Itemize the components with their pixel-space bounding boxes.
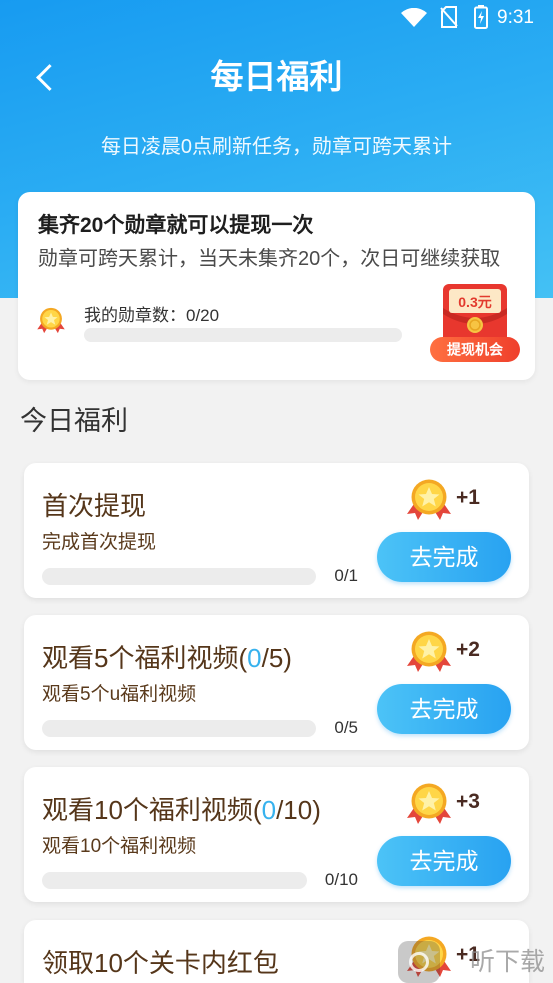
- watermark-text: 听下载: [470, 948, 546, 976]
- task-card: 观看10个福利视频(0/10) 观看10个福利视频 0/10 +3 去完成: [24, 767, 529, 902]
- task-progress-text: 0/1: [334, 566, 358, 585]
- task-progress-bar: [42, 567, 317, 585]
- task-title: 观看5个福利视频(0/5): [42, 643, 292, 673]
- medal-summary-card: 集齐20个勋章就可以提现一次 勋章可跨天累计，当天未集齐20个，次日可继续获取 …: [18, 192, 535, 380]
- medal-icon: [405, 781, 453, 830]
- page-title: 每日福利: [210, 58, 343, 95]
- page-subtitle: 每日凌晨0点刷新任务，勋章可跨天累计: [100, 136, 453, 158]
- medal-count-label: 我的勋章数：0/20: [84, 306, 220, 325]
- task-progress: 0/1: [42, 566, 358, 586]
- task-progress-text: 0/5: [334, 718, 358, 737]
- task-progress-bar: [42, 871, 307, 889]
- task-card: 首次提现 完成首次提现 0/1 +1 去完成: [24, 463, 529, 598]
- wifi-icon: [400, 7, 428, 33]
- no-sim-icon: [440, 6, 458, 33]
- task-reward: +1: [456, 486, 480, 509]
- task-reward: +2: [456, 638, 480, 661]
- task-title: 领取10个关卡内红包: [42, 948, 279, 978]
- task-title: 首次提现: [42, 491, 147, 521]
- task-progress: 0/10: [42, 870, 358, 890]
- task-card: 观看5个福利视频(0/5) 观看5个u福利视频 0/5 +2 去完成: [24, 615, 529, 750]
- status-time: 9:31: [497, 7, 534, 28]
- red-envelope-icon[interactable]: 0.3元 提现机会: [430, 284, 520, 362]
- battery-charging-icon: [474, 5, 488, 34]
- section-title: 今日福利: [20, 406, 128, 436]
- reward-amount: 0.3元: [458, 294, 491, 310]
- complete-task-button[interactable]: 去完成: [377, 684, 511, 734]
- task-progress: 0/5: [42, 718, 358, 738]
- task-title: 观看10个福利视频(0/10): [42, 795, 321, 825]
- complete-task-button[interactable]: 去完成: [377, 532, 511, 582]
- task-subtitle: 观看5个u福利视频: [42, 684, 197, 705]
- medal-progress-bar: [84, 328, 402, 342]
- task-subtitle: 完成首次提现: [42, 532, 157, 553]
- watermark-logo: [398, 941, 440, 983]
- medal-icon: [405, 477, 453, 526]
- summary-description: 勋章可跨天累计，当天未集齐20个，次日可继续获取: [38, 248, 501, 270]
- reward-label: 提现机会: [447, 342, 504, 358]
- medal-icon: [36, 306, 66, 339]
- task-subtitle: 观看10个福利视频: [42, 836, 197, 857]
- task-progress-text: 0/10: [324, 870, 358, 889]
- task-card: 领取10个关卡内红包 +1: [24, 920, 529, 983]
- medal-icon: [405, 629, 453, 678]
- complete-task-button[interactable]: 去完成: [377, 836, 511, 886]
- summary-title: 集齐20个勋章就可以提现一次: [38, 214, 314, 237]
- task-reward: +3: [456, 790, 480, 813]
- task-progress-bar: [42, 719, 317, 737]
